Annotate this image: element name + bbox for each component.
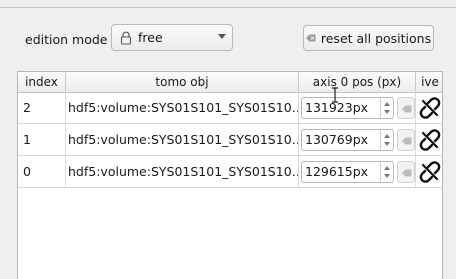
spinbox-buttons[interactable] xyxy=(380,162,393,182)
broken-link-icon[interactable] xyxy=(419,129,441,151)
position-value: 129615px xyxy=(305,164,369,179)
broken-link-icon[interactable] xyxy=(419,97,441,119)
spin-down-icon[interactable] xyxy=(384,142,390,146)
reset-position-button[interactable] xyxy=(397,129,415,151)
chevron-down-icon xyxy=(218,34,226,39)
column-header-index[interactable]: index xyxy=(18,72,66,92)
row-active-cell xyxy=(416,92,442,123)
broken-link-icon[interactable] xyxy=(419,161,441,183)
column-header-active[interactable]: ive xyxy=(416,72,442,92)
table-row[interactable]: 1 hdf5:volume:SYS01S101_SYS01S10… 130769… xyxy=(18,124,442,156)
row-position-cell: 131923px xyxy=(299,92,416,123)
position-spinbox[interactable]: 130769px xyxy=(301,129,394,151)
spin-down-icon[interactable] xyxy=(384,174,390,178)
row-position-cell: 129615px xyxy=(299,156,416,187)
reset-position-button[interactable] xyxy=(397,97,415,119)
position-spinbox[interactable]: 129615px xyxy=(301,161,394,183)
spin-up-icon[interactable] xyxy=(384,166,390,170)
row-tomo-obj: hdf5:volume:SYS01S101_SYS01S10… xyxy=(66,156,299,187)
table-row[interactable]: 2 hdf5:volume:SYS01S101_SYS01S10… 131923… xyxy=(18,92,442,124)
reset-all-positions-button[interactable]: reset all positions xyxy=(303,25,434,51)
row-active-cell xyxy=(416,156,442,187)
column-header-tomo-obj[interactable]: tomo obj xyxy=(66,72,299,92)
row-tomo-obj: hdf5:volume:SYS01S101_SYS01S10… xyxy=(66,92,299,123)
positions-table: index tomo obj axis 0 pos (px) ive 2 hdf… xyxy=(17,71,443,279)
edition-mode-label: edition mode xyxy=(25,32,108,47)
lock-icon xyxy=(120,31,132,45)
position-spinbox[interactable]: 131923px xyxy=(301,97,394,119)
reset-all-positions-label: reset all positions xyxy=(320,30,432,46)
edition-mode-value: free xyxy=(138,30,163,45)
text-cursor-icon xyxy=(332,87,338,103)
edition-mode-combobox[interactable]: free xyxy=(111,24,233,51)
eraser-icon xyxy=(402,137,412,145)
table-row[interactable]: 0 hdf5:volume:SYS01S101_SYS01S10… 129615… xyxy=(18,156,442,188)
row-index: 2 xyxy=(18,92,66,123)
row-index: 0 xyxy=(18,156,66,187)
top-panel-edge xyxy=(0,0,456,8)
row-tomo-obj: hdf5:volume:SYS01S101_SYS01S10… xyxy=(66,124,299,155)
eraser-icon xyxy=(402,169,412,177)
table-header: index tomo obj axis 0 pos (px) ive xyxy=(18,72,442,93)
eraser-icon xyxy=(402,105,412,113)
eraser-icon xyxy=(305,34,316,42)
reset-position-button[interactable] xyxy=(397,161,415,183)
spinbox-buttons[interactable] xyxy=(380,130,393,150)
row-index: 1 xyxy=(18,124,66,155)
spinbox-buttons[interactable] xyxy=(380,98,393,118)
column-header-axis-pos[interactable]: axis 0 pos (px) xyxy=(299,72,416,92)
position-value: 130769px xyxy=(305,132,369,147)
row-position-cell: 130769px xyxy=(299,124,416,155)
spin-up-icon[interactable] xyxy=(384,102,390,106)
spin-down-icon[interactable] xyxy=(384,110,390,114)
row-active-cell xyxy=(416,124,442,155)
spin-up-icon[interactable] xyxy=(384,134,390,138)
